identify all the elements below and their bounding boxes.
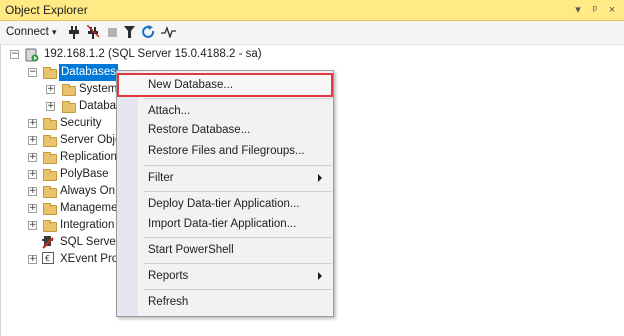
menu-item-filter[interactable]: Filter [148, 170, 174, 186]
connect-label: Connect [6, 26, 49, 38]
collapse-databases-icon[interactable]: − [28, 68, 37, 77]
folder-icon [43, 152, 57, 164]
tree-item-sql-server-agent[interactable]: SQL Server [60, 234, 120, 251]
sql-agent-icon [42, 236, 54, 249]
expand-security-icon[interactable]: + [28, 119, 37, 128]
tree-item-system-databases[interactable]: System [79, 81, 117, 98]
menu-item-start-powershell[interactable]: Start PowerShell [148, 242, 234, 258]
expand-replication-icon[interactable]: + [28, 153, 37, 162]
expand-polybase-icon[interactable]: + [28, 170, 37, 179]
expand-management-icon[interactable]: + [28, 204, 37, 213]
tree-item-xevent-profiler[interactable]: XEvent Prof [60, 251, 121, 268]
pin-icon[interactable]: ᵖ [588, 2, 602, 18]
tree-item-always-on[interactable]: Always On [60, 183, 115, 200]
menu-item-import-data-tier[interactable]: Import Data-tier Application... [148, 216, 296, 232]
folder-icon [62, 84, 76, 96]
menu-separator [144, 191, 332, 192]
menu-item-deploy-data-tier[interactable]: Deploy Data-tier Application... [148, 196, 300, 212]
submenu-arrow-icon [318, 174, 322, 182]
menu-item-refresh[interactable]: Refresh [148, 294, 188, 310]
menu-separator [144, 98, 332, 99]
folder-icon [43, 67, 57, 79]
collapse-server-icon[interactable]: − [10, 50, 19, 59]
tree-item-databases[interactable]: Databases [59, 64, 118, 81]
tree-item-server-objects[interactable]: Server Obje [60, 132, 121, 149]
connect-button[interactable]: Connect ▾ [6, 24, 57, 41]
tree-item-replication[interactable]: Replication [60, 149, 117, 166]
object-explorer-titlebar: Object Explorer ▾ ᵖ × [0, 0, 624, 21]
submenu-arrow-icon [318, 272, 322, 280]
connect-plug-icon[interactable] [69, 26, 79, 39]
folder-icon [43, 135, 57, 147]
menu-item-restore-files[interactable]: Restore Files and Filegroups... [148, 143, 305, 159]
folder-icon [43, 118, 57, 130]
menu-separator [144, 237, 332, 238]
server-icon [25, 48, 39, 62]
menu-item-reports[interactable]: Reports [148, 268, 188, 284]
refresh-icon[interactable] [142, 25, 155, 39]
folder-icon [43, 220, 57, 232]
window-title: Object Explorer [5, 3, 88, 17]
expand-integration-icon[interactable]: + [28, 221, 37, 230]
menu-item-new-database[interactable]: New Database... [148, 77, 233, 93]
xevent-profiler-icon: € [42, 252, 54, 264]
object-explorer-toolbar: Connect ▾ [0, 21, 624, 45]
folder-icon [62, 101, 76, 113]
expand-server-objects-icon[interactable]: + [28, 136, 37, 145]
stop-icon[interactable] [108, 28, 117, 37]
disconnect-icon[interactable] [87, 25, 100, 39]
menu-gutter [117, 71, 138, 316]
filter-icon[interactable] [124, 26, 135, 38]
svg-text:€: € [45, 254, 50, 263]
tree-item-integration-services[interactable]: Integration [60, 217, 114, 234]
menu-separator [144, 263, 332, 264]
connect-dropdown-icon: ▾ [52, 27, 57, 37]
menu-item-restore-database[interactable]: Restore Database... [148, 122, 250, 138]
expand-always-on-icon[interactable]: + [28, 187, 37, 196]
menu-separator [144, 289, 332, 290]
expand-database-snapshots-icon[interactable]: + [46, 102, 55, 111]
folder-icon [43, 186, 57, 198]
menu-item-attach[interactable]: Attach... [148, 103, 190, 119]
tree-item-security[interactable]: Security [60, 115, 102, 132]
activity-monitor-icon[interactable] [161, 26, 176, 38]
folder-icon [43, 169, 57, 181]
tree-item-management[interactable]: Manageme [60, 200, 118, 217]
menu-separator [144, 165, 332, 166]
tree-item-polybase[interactable]: PolyBase [60, 166, 109, 183]
expand-xevent-profiler-icon[interactable]: + [28, 255, 37, 264]
expand-system-icon[interactable]: + [46, 85, 55, 94]
context-menu: New Database... Attach... Restore Databa… [116, 70, 334, 317]
folder-icon [43, 203, 57, 215]
dropdown-icon[interactable]: ▾ [571, 2, 585, 18]
close-icon[interactable]: × [605, 2, 619, 18]
tree-item-server[interactable]: 192.168.1.2 (SQL Server 15.0.4188.2 - sa… [44, 46, 262, 63]
